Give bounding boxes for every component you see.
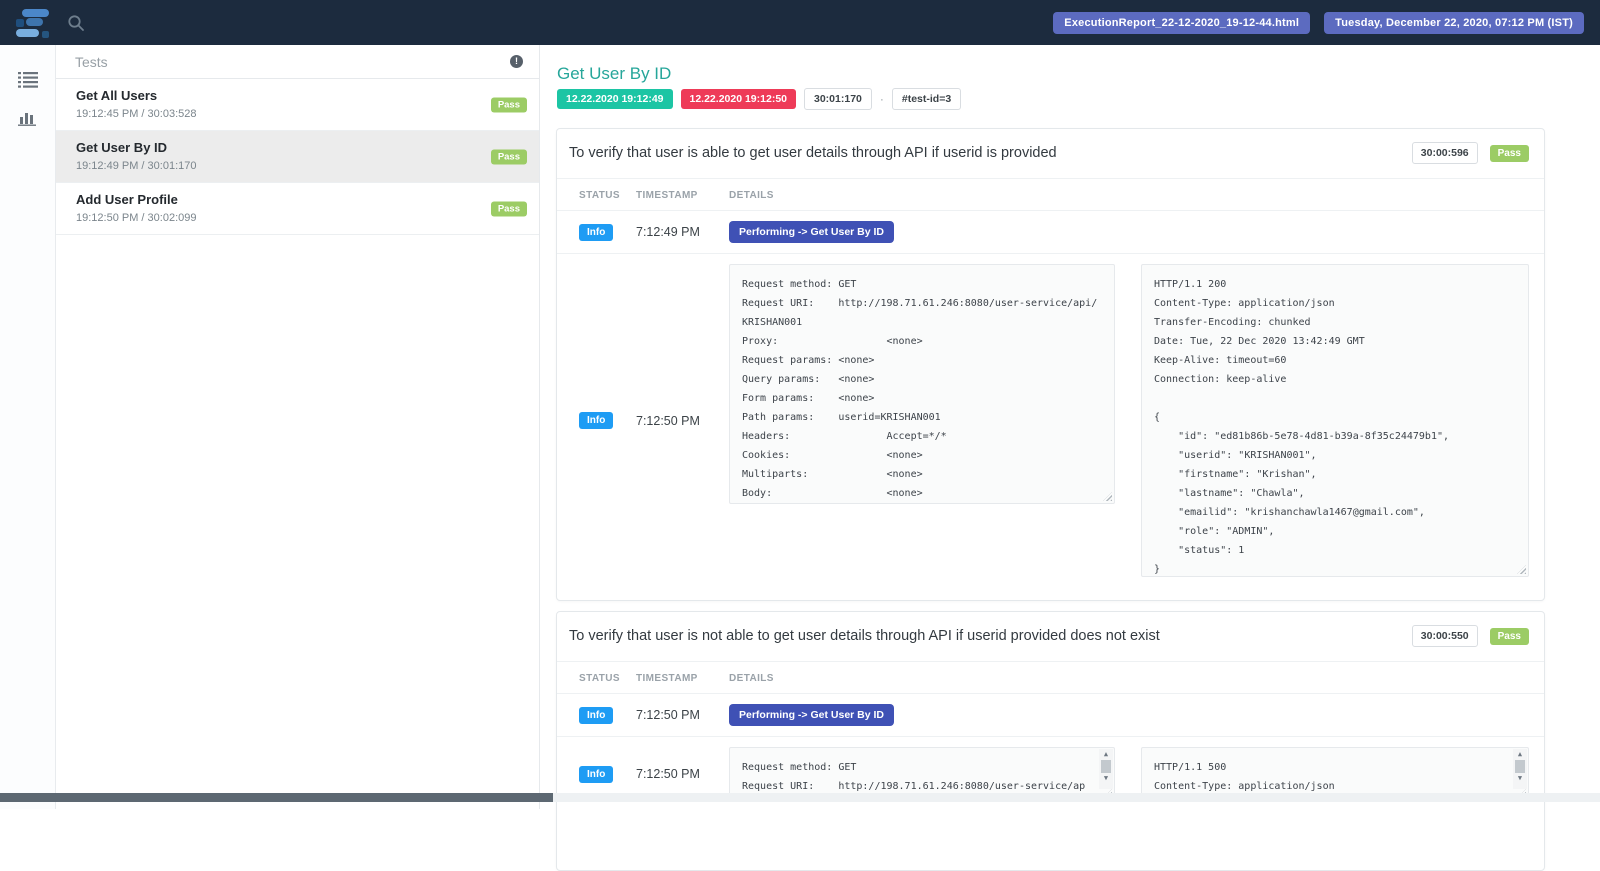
- step-title: To verify that user is able to get user …: [569, 145, 1057, 161]
- status-badge: Pass: [491, 97, 527, 112]
- test-id-badge: #test-id=3: [892, 88, 961, 110]
- log-table-header: STATUS TIMESTAMP DETAILS: [557, 661, 1544, 693]
- test-time: 19:12:50 PM / 30:02:099: [76, 212, 527, 224]
- col-status: STATUS: [579, 673, 636, 684]
- top-bar: ExecutionReport_22-12-2020_19-12-44.html…: [0, 0, 1600, 45]
- status-badge: Pass: [491, 149, 527, 164]
- step-title: To verify that user is not able to get u…: [569, 628, 1160, 644]
- request-details-textarea[interactable]: Request method: GET Request URI: http://…: [729, 264, 1115, 504]
- duration-badge: 30:01:170: [804, 88, 872, 110]
- tests-sidebar: Tests ! Get All Users 19:12:45 PM / 30:0…: [56, 45, 540, 809]
- log-timestamp: 7:12:50 PM: [636, 767, 729, 781]
- start-time-badge: 12.22.2020 19:12:49: [557, 89, 673, 109]
- search-icon[interactable]: [67, 14, 85, 32]
- extent-reports-logo: [15, 5, 53, 41]
- col-details: DETAILS: [729, 190, 1530, 201]
- resize-handle-icon[interactable]: [1103, 492, 1112, 501]
- separator-dot: ·: [880, 92, 884, 106]
- log-level-badge: Info: [579, 707, 613, 724]
- sidebar-item-get-all-users[interactable]: Get All Users 19:12:45 PM / 30:03:528 Pa…: [56, 79, 539, 131]
- horizontal-scrollbar[interactable]: [0, 793, 1600, 802]
- report-name-badge: ExecutionReport_22-12-2020_19-12-44.html: [1053, 12, 1310, 34]
- step-duration-badge: 30:00:596: [1412, 142, 1478, 164]
- dashboard-chart-icon[interactable]: [18, 109, 38, 127]
- log-timestamp: 7:12:50 PM: [636, 708, 729, 722]
- step-status-badge: Pass: [1490, 628, 1529, 645]
- vertical-scrollbar[interactable]: ▲▼: [1513, 749, 1527, 789]
- tests-list-icon[interactable]: [18, 71, 38, 89]
- log-level-badge: Info: [579, 766, 613, 783]
- test-meta-badges: 12.22.2020 19:12:49 12.22.2020 19:12:50 …: [557, 88, 961, 110]
- log-level-badge: Info: [579, 224, 613, 241]
- col-details: DETAILS: [729, 673, 1530, 684]
- log-row: Info 7:12:50 PM Request method: GET Requ…: [557, 253, 1544, 587]
- response-text: HTTP/1.1 200 Content-Type: application/j…: [1154, 279, 1449, 575]
- test-step-card-1: To verify that user is able to get user …: [556, 128, 1545, 601]
- log-level-badge: Info: [579, 412, 613, 429]
- test-step-card-2: To verify that user is not able to get u…: [556, 611, 1545, 871]
- sidebar-header: Tests !: [56, 45, 539, 79]
- horizontal-scrollbar-thumb[interactable]: [0, 793, 553, 802]
- status-badge: Pass: [491, 201, 527, 216]
- col-timestamp: TIMESTAMP: [636, 190, 729, 201]
- log-row: Info 7:12:49 PM Performing -> Get User B…: [557, 210, 1544, 253]
- test-detail-panel: Get User By ID 12.22.2020 19:12:49 12.22…: [540, 45, 1600, 809]
- step-duration-badge: 30:00:550: [1412, 625, 1478, 647]
- col-status: STATUS: [579, 190, 636, 201]
- page-title: Get User By ID: [557, 64, 671, 84]
- nav-rail: [0, 45, 56, 809]
- sidebar-item-add-user-profile[interactable]: Add User Profile 19:12:50 PM / 30:02:099…: [56, 183, 539, 235]
- log-timestamp: 7:12:50 PM: [636, 414, 729, 428]
- log-table-header: STATUS TIMESTAMP DETAILS: [557, 178, 1544, 210]
- end-time-badge: 12.22.2020 19:12:50: [681, 89, 797, 109]
- test-time: 19:12:49 PM / 30:01:170: [76, 160, 527, 172]
- response-details-textarea[interactable]: HTTP/1.1 200 Content-Type: application/j…: [1141, 264, 1529, 577]
- log-row: Info 7:12:50 PM Performing -> Get User B…: [557, 693, 1544, 736]
- request-text: Request method: GET Request URI: http://…: [742, 279, 1097, 499]
- status-filter-icon[interactable]: !: [510, 55, 523, 68]
- test-name: Add User Profile: [76, 192, 527, 207]
- performing-badge: Performing -> Get User By ID: [729, 221, 894, 243]
- step-status-badge: Pass: [1490, 145, 1529, 162]
- log-timestamp: 7:12:49 PM: [636, 225, 729, 239]
- col-timestamp: TIMESTAMP: [636, 673, 729, 684]
- vertical-scrollbar[interactable]: ▲▼: [1099, 749, 1113, 789]
- resize-handle-icon[interactable]: [1517, 565, 1526, 574]
- test-time: 19:12:45 PM / 30:03:528: [76, 108, 527, 120]
- test-name: Get All Users: [76, 88, 527, 103]
- response-text: HTTP/1.1 500 Content-Type: application/j…: [1154, 762, 1335, 792]
- sidebar-title: Tests: [75, 54, 108, 70]
- performing-badge: Performing -> Get User By ID: [729, 704, 894, 726]
- test-name: Get User By ID: [76, 140, 527, 155]
- sidebar-item-get-user-by-id[interactable]: Get User By ID 19:12:49 PM / 30:01:170 P…: [56, 131, 539, 183]
- report-datetime-badge: Tuesday, December 22, 2020, 07:12 PM (IS…: [1324, 12, 1584, 34]
